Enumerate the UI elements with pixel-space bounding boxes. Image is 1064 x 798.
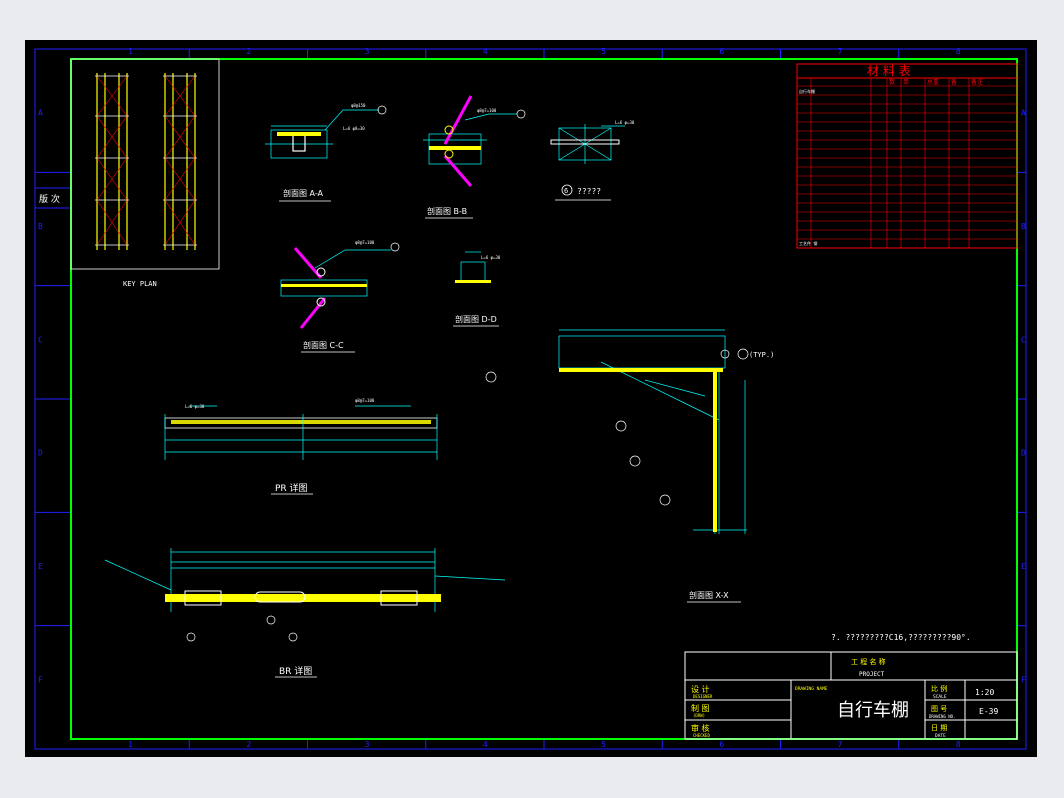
section-aa[interactable]: φ8@150 L=6 φ8=30 剖面图 A-A — [265, 103, 387, 202]
svg-text:L=6 φ8=30: L=6 φ8=30 — [343, 126, 365, 131]
zone-row-right-E: E — [1021, 562, 1026, 571]
drawing-name-label: DRAWING NAME — [795, 686, 828, 692]
zone-row-right-C: C — [1021, 335, 1026, 344]
zone-col-bottom-7: 7 — [838, 740, 843, 749]
material-table-header: 数 — [889, 78, 895, 86]
zone-col-top-5: 5 — [601, 47, 606, 56]
general-note: ?. ?????????C16,?????????90°. — [831, 633, 971, 642]
scale-value: 1:20 — [975, 688, 994, 697]
zone-col-bottom-4: 4 — [483, 740, 488, 749]
section-cc-title: 剖面图 C-C — [303, 340, 344, 350]
key-plan-label: KEY PLAN — [123, 280, 157, 288]
svg-text:φ8@7=100: φ8@7=100 — [355, 240, 375, 245]
material-table[interactable]: 材 料 表 数单 总重 备 备注自行车棚工艺件 钢 — [796, 63, 1018, 249]
node-title: ????? — [577, 187, 601, 196]
section-xx[interactable]: (TYP.) 剖面图 X-X — [485, 329, 774, 603]
svg-text:L=6 φ=30: L=6 φ=30 — [185, 404, 205, 409]
checker-label: 审 核 — [691, 723, 710, 733]
material-table-header: 总重 — [927, 78, 939, 86]
section-bb[interactable]: φ8@7=100 剖面图 B-B — [423, 95, 526, 219]
zone-col-bottom-6: 6 — [719, 740, 724, 749]
material-table-first-row: 自行车棚 — [799, 88, 815, 94]
drawer-en: (DRW) — [693, 713, 705, 718]
outer-border — [34, 48, 1027, 750]
drawer-label: 制 图 — [691, 703, 710, 713]
zone-col-top-8: 8 — [956, 47, 961, 56]
material-table-header: 单 — [903, 78, 909, 86]
zone-row-right-B: B — [1021, 222, 1026, 231]
svg-text:φ8@150: φ8@150 — [351, 103, 366, 108]
zone-col-bottom-5: 5 — [601, 740, 606, 749]
designer-label: 设 计 — [691, 684, 710, 694]
pr-detail-title: PR 详图 — [275, 482, 308, 494]
date-en: DATE — [935, 733, 946, 739]
drawing-no-en: DRAWING NO. — [929, 714, 956, 719]
cad-drawing[interactable]: 1 1 2 2 3 3 4 4 5 5 6 6 7 7 8 8 A A B B C C D D E E F F 版 次 K… — [25, 40, 1037, 757]
project-label: 工 程 名 称 — [851, 657, 886, 666]
section-aa-title: 剖面图 A-A — [283, 188, 324, 198]
zone-col-top-6: 6 — [719, 47, 724, 56]
zone-col-top-4: 4 — [483, 47, 488, 56]
drawing-viewport[interactable]: 1 1 2 2 3 3 4 4 5 5 6 6 7 7 8 8 A A B B C C D D E E F F 版 次 KEY PLA… — [25, 40, 1037, 757]
scale-label: 比 例 — [931, 684, 947, 693]
br-detail[interactable]: BR 详图 — [104, 548, 506, 678]
material-table-header: 备 — [951, 78, 957, 86]
key-plan: KEY PLAN — [70, 58, 220, 288]
drawing-no-label: 图 号 — [931, 705, 947, 713]
zone-row-left-A: A — [38, 109, 43, 118]
svg-text:L=6 φ=30: L=6 φ=30 — [615, 120, 635, 125]
material-table-title: 材 料 表 — [867, 64, 911, 78]
node-number: 6 — [564, 187, 568, 195]
svg-text:φ8@7=100: φ8@7=100 — [477, 108, 497, 113]
zone-col-top-7: 7 — [838, 47, 843, 56]
zone-row-left-B: B — [38, 222, 43, 231]
scale-en: SCALE — [933, 694, 947, 700]
zone-row-right-A: A — [1021, 109, 1026, 118]
material-table-last-row: 工艺件 钢 — [799, 240, 817, 246]
pr-detail[interactable]: L=6 φ=30 φ8@7=100 PR 详图 — [164, 398, 438, 495]
date-label: 日 期 — [931, 724, 947, 732]
cad-viewer: 1 1 2 2 3 3 4 4 5 5 6 6 7 7 8 8 A A B B C C D D E E F F 版 次 KEY PLA… — [0, 0, 1064, 798]
svg-text:φ8@7=100: φ8@7=100 — [355, 398, 375, 403]
material-table-header: 备注 — [971, 78, 983, 86]
zone-col-bottom-8: 8 — [956, 740, 961, 749]
zone-row-left-C: C — [38, 335, 43, 344]
zone-row-left-E: E — [38, 562, 43, 571]
zone-row-right-D: D — [1021, 449, 1026, 458]
zone-col-bottom-3: 3 — [365, 740, 370, 749]
drawing-name: 自行车棚 — [837, 700, 909, 721]
zone-row-left-D: D — [38, 449, 43, 458]
br-detail-title: BR 详图 — [279, 665, 312, 677]
zone-col-bottom-1: 1 — [128, 740, 133, 749]
zone-col-top-2: 2 — [246, 47, 251, 56]
section-bb-title: 剖面图 B-B — [427, 206, 467, 216]
zone-labels: 1 1 2 2 3 3 4 4 5 5 6 6 7 7 8 8 A A B B C C D D E E F F — [38, 47, 1026, 749]
zone-row-left-F: F — [38, 675, 43, 684]
designer-en: DESIGNER — [693, 694, 713, 699]
section-dd-title: 剖面图 D-D — [455, 314, 497, 324]
zone-ticks — [35, 49, 1026, 749]
zone-col-top-3: 3 — [365, 47, 370, 56]
zone-col-bottom-2: 2 — [246, 740, 251, 749]
section-dd[interactable]: L=6 φ=30 剖面图 D-D — [453, 251, 501, 327]
zone-col-top-1: 1 — [128, 47, 133, 56]
section-node[interactable]: L=6 φ=30 6 ????? — [550, 120, 635, 201]
section-cc[interactable]: φ8@7=100 剖面图 C-C — [280, 240, 400, 353]
project-en: PROJECT — [859, 671, 885, 678]
drawing-no-value: E-39 — [979, 707, 998, 716]
checker-en: CHECKED — [693, 733, 710, 738]
zone-row-right-F: F — [1021, 675, 1026, 684]
typ-label: (TYP.) — [749, 351, 774, 359]
section-xx-title: 剖面图 X-X — [689, 590, 729, 600]
svg-text:L=6 φ=30: L=6 φ=30 — [481, 255, 501, 260]
frame-tag: 版 次 — [39, 193, 60, 205]
title-block[interactable]: 工 程 名 称 PROJECT DRAWING NAME 自行车棚 设 计 DE… — [684, 651, 1018, 740]
